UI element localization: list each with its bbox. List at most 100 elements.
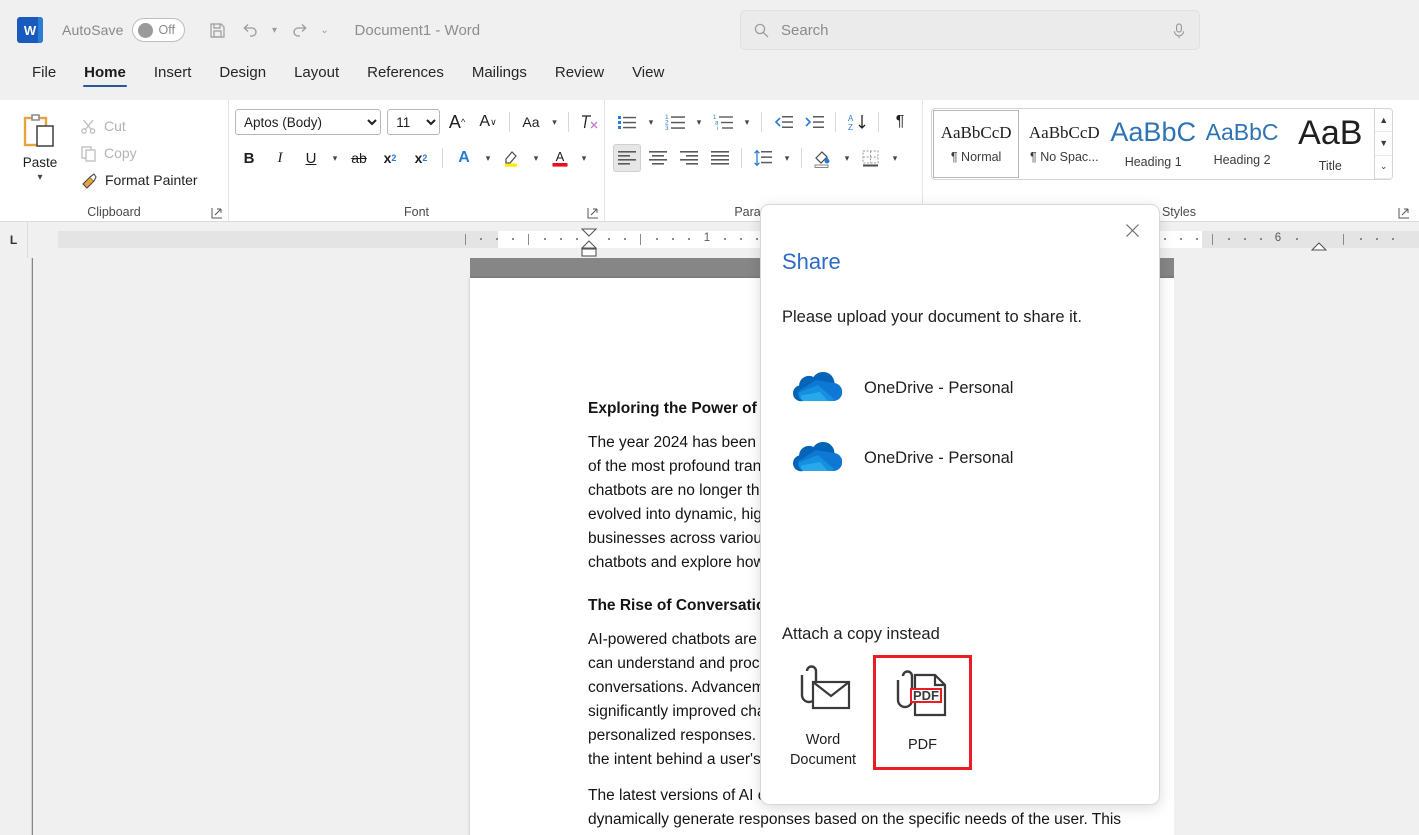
tab-file[interactable]: File [18,62,70,89]
copy-button[interactable]: Copy [76,141,202,165]
horizontal-ruler[interactable]: 1 5 6 [28,222,1419,258]
search-input[interactable] [781,21,1171,39]
copy-icon [81,145,96,162]
paste-dropdown-icon[interactable]: ▾ [37,173,42,183]
font-size-select[interactable]: 11 [387,109,441,135]
superscript-icon[interactable]: x2 [407,144,435,172]
microphone-icon[interactable] [1171,22,1187,39]
title-bar: W AutoSave Off ▾ ⌄ Document1 - Word [0,0,1419,60]
numbering-dropdown-icon[interactable]: ▾ [692,117,706,128]
search-icon [753,22,770,39]
search-box[interactable] [740,10,1200,50]
text-effects-icon[interactable]: A [450,144,478,172]
line-spacing-dropdown-icon[interactable]: ▾ [780,153,794,164]
right-blank-pane [1174,258,1419,835]
format-painter-button[interactable]: Format Painter [76,168,202,192]
close-icon[interactable] [1119,217,1145,243]
bullets-icon[interactable] [613,108,641,136]
tab-design[interactable]: Design [205,62,280,89]
clear-formatting-icon[interactable] [576,108,604,136]
right-indent-marker[interactable] [1310,238,1328,256]
attach-word-document-button[interactable]: Word Document [779,655,867,780]
autosave-toggle[interactable]: Off [131,18,185,42]
font-color-dropdown-icon[interactable]: ▾ [577,153,591,164]
increase-indent-icon[interactable] [800,108,828,136]
underline-icon[interactable]: U [297,144,325,172]
paste-button[interactable]: Paste ▾ [8,106,72,221]
svg-text:A: A [556,149,565,164]
sort-icon[interactable]: A Z [843,108,871,136]
borders-icon[interactable] [857,144,885,172]
style-heading-2[interactable]: AaBbC Heading 2 [1199,110,1285,178]
clipboard-commands: Cut Copy Format Painter [76,106,202,221]
grow-font-icon[interactable]: A ^ [443,108,471,136]
tab-mailings[interactable]: Mailings [458,62,541,89]
undo-icon[interactable] [235,15,265,45]
align-center-icon[interactable] [644,144,672,172]
shrink-font-icon[interactable]: A ∨ [474,108,502,136]
font-dialog-launcher-icon[interactable] [587,206,599,219]
show-formatting-marks-icon[interactable]: ¶ [886,108,914,136]
tab-stop-selector[interactable]: L [0,222,28,258]
text-highlight-color-icon[interactable] [498,144,526,172]
justify-icon[interactable] [706,144,734,172]
multilevel-list-dropdown-icon[interactable]: ▾ [740,117,754,128]
save-icon[interactable] [203,15,233,45]
share-location-onedrive-2[interactable]: OneDrive - Personal [782,423,1142,493]
borders-dropdown-icon[interactable]: ▾ [888,153,902,164]
tab-review[interactable]: Review [541,62,618,89]
undo-dropdown-icon[interactable]: ▾ [267,15,283,45]
style-heading-1[interactable]: AaBbС Heading 1 [1109,110,1197,178]
styles-more-icon[interactable]: ⌄ [1375,156,1393,179]
ribbon-group-paragraph: ▾ 1 2 3 ▾ 1 a i ▾ A Z ¶ ▾ ▾ ▾ [604,100,922,221]
highlight-dropdown-icon[interactable]: ▾ [529,153,543,164]
font-family-select[interactable]: Aptos (Body) [235,109,382,135]
clipboard-dialog-launcher-icon[interactable] [211,206,223,219]
tab-references[interactable]: References [353,62,458,89]
subscript-icon[interactable]: x2 [376,144,404,172]
line-spacing-icon[interactable] [749,144,777,172]
tab-insert[interactable]: Insert [140,62,206,89]
shading-icon[interactable] [809,144,837,172]
style-label: Heading 2 [1213,153,1271,167]
left-blank-pane [33,258,470,835]
share-dialog: Share Please upload your document to sha… [760,204,1160,805]
customize-quick-access-toolbar-icon[interactable]: ⌄ [317,15,333,45]
change-case-icon[interactable]: Aa [517,108,545,136]
font-color-icon[interactable]: A [546,144,574,172]
align-left-icon[interactable] [613,144,641,172]
ruler-number-1: 1 [703,232,711,244]
tab-view[interactable]: View [618,62,678,89]
style-preview: AaB [1298,113,1363,152]
shading-dropdown-icon[interactable]: ▾ [840,153,854,164]
ruler: L 1 5 [0,222,1419,258]
styles-dialog-launcher-icon[interactable] [1398,206,1410,219]
word-logo-letter: W [23,22,37,38]
style-no-spacing[interactable]: AaBbCcD ¶ No Spac... [1021,110,1107,178]
cut-button[interactable]: Cut [76,114,202,138]
italic-icon[interactable]: I [266,144,294,172]
ribbon-group-styles: AaBbCcD ¶ Normal AaBbCcD ¶ No Spac... Aa… [922,100,1419,221]
align-right-icon[interactable] [675,144,703,172]
bold-icon[interactable]: B [235,144,263,172]
change-case-dropdown-icon[interactable]: ▾ [548,117,561,128]
multilevel-list-icon[interactable]: 1 a i [709,108,737,136]
tab-home[interactable]: Home [70,62,140,89]
text-effects-dropdown-icon[interactable]: ▾ [481,153,495,164]
share-location-onedrive-1[interactable]: OneDrive - Personal [782,353,1142,423]
word-application-window: W AutoSave Off ▾ ⌄ Document1 - Word Sear… [0,0,1419,835]
bullets-dropdown-icon[interactable]: ▾ [644,117,658,128]
svg-text:i: i [717,126,718,131]
tab-layout[interactable]: Layout [280,62,353,89]
styles-scroll-down-icon[interactable]: ▼ [1375,132,1393,156]
attach-pdf-button[interactable]: PDF PDF [873,655,972,770]
strikethrough-icon[interactable]: ab [345,144,373,172]
style-title[interactable]: AaB Title [1287,110,1373,178]
styles-scrollbar[interactable]: ▲ ▼ ⌄ [1374,109,1393,179]
decrease-indent-icon[interactable] [769,108,797,136]
underline-dropdown-icon[interactable]: ▾ [328,153,342,164]
numbering-icon[interactable]: 1 2 3 [661,108,689,136]
style-normal[interactable]: AaBbCcD ¶ Normal [933,110,1020,178]
styles-scroll-up-icon[interactable]: ▲ [1375,109,1393,133]
redo-icon[interactable] [285,15,315,45]
